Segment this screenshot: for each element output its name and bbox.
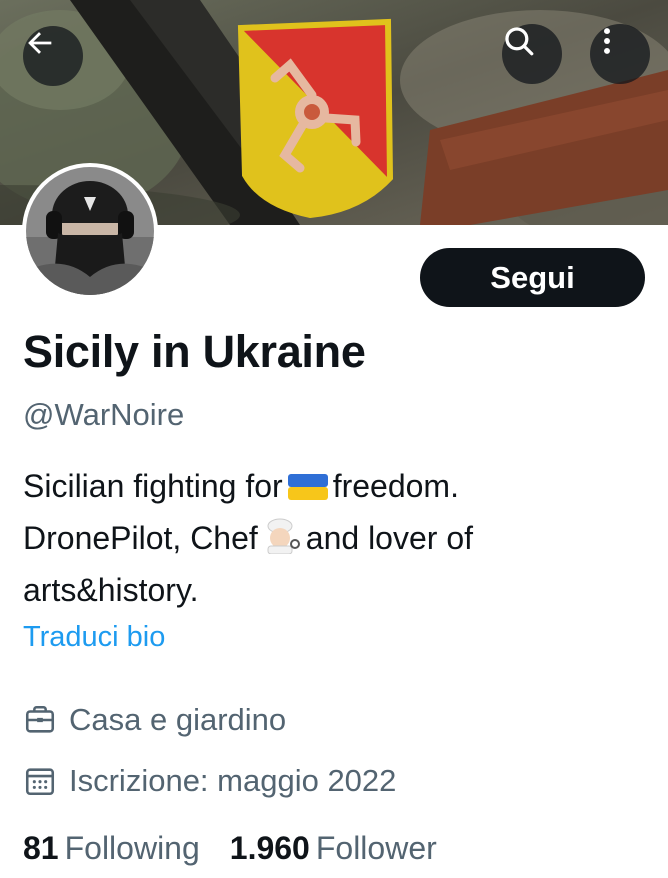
- followers-link[interactable]: 1.960 Follower: [230, 830, 437, 867]
- briefcase-icon: [23, 703, 57, 737]
- more-vertical-icon: [604, 28, 610, 54]
- profile-joined: Iscrizione: maggio 2022: [23, 763, 396, 799]
- avatar[interactable]: [22, 163, 158, 299]
- search-icon: [505, 27, 534, 56]
- bio-text: DronePilot, Chef: [23, 520, 258, 556]
- bio-text: freedom.: [332, 468, 459, 504]
- follow-button[interactable]: Segui: [420, 248, 645, 307]
- avatar-image: [26, 167, 154, 295]
- following-label: Following: [64, 830, 200, 866]
- ukraine-flag-icon: [287, 468, 329, 515]
- followers-count: 1.960: [229, 830, 310, 866]
- follow-counts: 81 Following 1.960 Follower: [23, 830, 467, 867]
- bio-line: Sicilian fighting for freedom.: [23, 463, 653, 515]
- profile-handle: @WarNoire: [23, 397, 185, 432]
- bio-line: DronePilot, Chef and lover of: [23, 515, 653, 567]
- bio-text: and lover of: [305, 520, 473, 556]
- search-button[interactable]: [502, 24, 562, 84]
- bio-line: arts&history.: [23, 572, 199, 608]
- calendar-icon: [23, 764, 57, 798]
- following-link[interactable]: 81 Following: [23, 830, 200, 867]
- bio-text: Sicilian fighting for: [23, 468, 283, 504]
- following-count: 81: [23, 830, 59, 866]
- translate-bio-link[interactable]: Traduci bio: [23, 621, 165, 654]
- profile-name: Sicily in Ukraine: [23, 326, 366, 377]
- followers-label: Follower: [315, 830, 437, 866]
- category-label: Casa e giardino: [69, 702, 287, 737]
- back-button[interactable]: [23, 26, 83, 86]
- more-options-button[interactable]: [590, 24, 650, 84]
- profile-bio: Sicilian fighting for freedom. DronePilot…: [23, 463, 653, 614]
- arrow-left-icon: [28, 32, 52, 54]
- profile-category: Casa e giardino: [23, 702, 286, 738]
- chef-icon: [262, 518, 302, 567]
- joined-label: Iscrizione: maggio 2022: [69, 763, 397, 798]
